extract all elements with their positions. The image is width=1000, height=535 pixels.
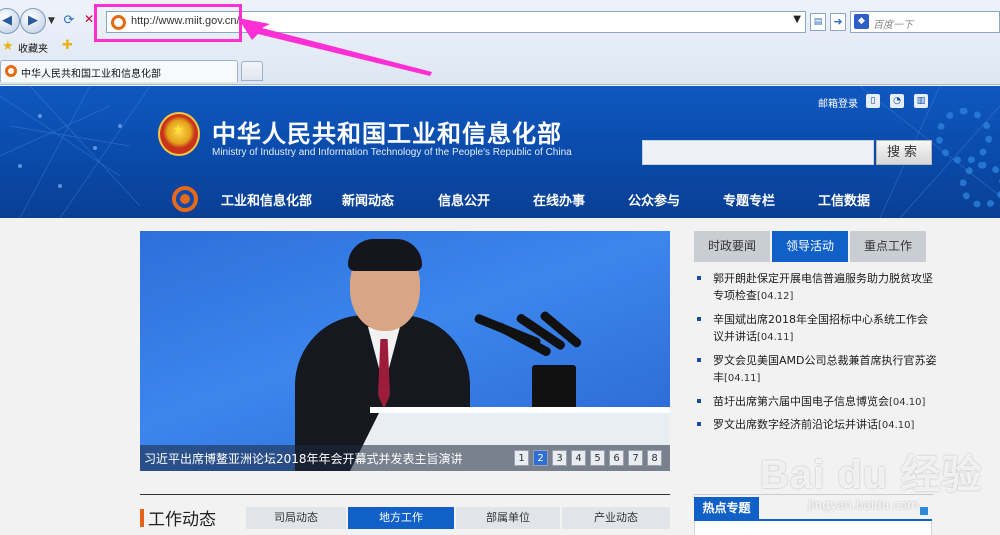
banner-caption[interactable]: 习近平出席博鳌亚洲论坛2018年年会开幕式并发表主旨演讲 xyxy=(144,450,463,467)
news-date: [04.12] xyxy=(757,291,794,302)
gear-decoration-icon xyxy=(936,108,992,164)
browser-tab-active[interactable]: 中华人民共和国工业和信息化部 xyxy=(0,60,238,82)
news-date: [04.11] xyxy=(757,332,794,343)
mail-login-link[interactable]: 邮箱登录 xyxy=(818,95,858,110)
baidu-jingyan-watermark: Bai du 经验 jingyan.baidu.com xyxy=(760,442,990,532)
banner-page-4[interactable]: 4 xyxy=(571,450,586,466)
browser-search-placeholder: 百度一下 xyxy=(873,20,913,31)
tab-local-work[interactable]: 地方工作 xyxy=(348,507,454,529)
bullet-icon xyxy=(697,358,701,362)
favorites-star-icon[interactable]: ★ xyxy=(2,39,14,54)
favorites-label[interactable]: 收藏夹 xyxy=(18,40,48,55)
tab-industry-updates[interactable]: 产业动态 xyxy=(562,507,670,529)
work-updates-section: 工作动态 司局动态 地方工作 部属单位 产业动态 xyxy=(140,494,670,535)
section-accent-bar xyxy=(140,509,144,527)
hot-topics-title[interactable]: 热点专题 xyxy=(694,497,759,519)
mobile-icon[interactable]: ▯ xyxy=(866,94,880,108)
address-dropdown-icon[interactable]: ▼ xyxy=(793,14,801,25)
url-highlight-annotation xyxy=(94,4,242,42)
nav-item-public-participation[interactable]: 公众参与 xyxy=(628,190,680,209)
nav-item-news[interactable]: 新闻动态 xyxy=(342,190,394,209)
news-date: [04.10] xyxy=(878,420,915,431)
news-date: [04.10] xyxy=(889,397,926,408)
tab-favicon-icon xyxy=(5,65,17,77)
paw-icon: ◆ xyxy=(854,14,869,29)
refresh-icon[interactable]: ⟳ xyxy=(60,12,78,30)
news-tabs: 时政要闻 领导活动 重点工作 xyxy=(694,231,926,262)
watermark-logo: Bai du 经验 xyxy=(760,453,983,497)
browser-search-box[interactable]: ◆ 百度一下 xyxy=(850,11,1000,33)
rss-icon[interactable]: ◔ xyxy=(890,94,904,108)
nav-item-data[interactable]: 工信数据 xyxy=(818,190,870,209)
speaker-hair xyxy=(348,239,422,271)
news-title[interactable]: 辛国斌出席2018年全国招标中心系统工作会议并讲话 xyxy=(713,313,928,343)
gear-decoration-icon xyxy=(960,162,1000,208)
tab-key-work[interactable]: 重点工作 xyxy=(850,231,926,262)
news-date: [04.11] xyxy=(724,373,761,384)
compat-view-icon[interactable]: ▤ xyxy=(810,13,826,31)
tab-row: 中华人民共和国工业和信息化部 xyxy=(0,60,1000,82)
tab-politics-news[interactable]: 时政要闻 xyxy=(694,231,770,262)
watermark-url: jingyan.baidu.com xyxy=(808,498,919,512)
national-emblem-icon: ★ xyxy=(158,112,200,156)
tab-bureau-updates[interactable]: 司局动态 xyxy=(246,507,346,529)
banner-page-5[interactable]: 5 xyxy=(590,450,605,466)
banner-page-7[interactable]: 7 xyxy=(628,450,643,466)
miit-logo-icon[interactable] xyxy=(172,186,198,212)
weibo-icon[interactable]: ▥ xyxy=(914,94,928,108)
add-favorite-icon[interactable]: ✚ xyxy=(62,38,73,53)
stop-icon[interactable]: ✕ xyxy=(84,12,94,26)
emblem-star-icon: ★ xyxy=(172,122,185,138)
site-title[interactable]: 中华人民共和国工业和信息化部 xyxy=(212,114,562,149)
bullet-icon xyxy=(697,422,701,426)
banner-page-1[interactable]: 1 xyxy=(514,450,529,466)
site-subtitle: Ministry of Industry and Information Tec… xyxy=(212,147,572,158)
bullet-icon xyxy=(697,399,701,403)
site-header: ★ 中华人民共和国工业和信息化部 Ministry of Industry an… xyxy=(0,86,1000,218)
banner-page-6[interactable]: 6 xyxy=(609,450,624,466)
featured-banner[interactable]: 习近平出席博鳌亚洲论坛2018年年会开幕式并发表主旨演讲 1 2 3 4 5 6… xyxy=(140,231,670,471)
history-dropdown-icon[interactable]: ▼ xyxy=(48,16,55,26)
back-icon[interactable]: ◀ xyxy=(0,8,20,34)
nav-item-info-disclosure[interactable]: 信息公开 xyxy=(438,190,490,209)
miit-logo-center xyxy=(180,194,190,204)
microphone-stand xyxy=(532,365,576,411)
forward-icon[interactable]: ▶ xyxy=(20,8,46,34)
news-title[interactable]: 苗圩出席第六届中国电子信息博览会 xyxy=(713,395,889,408)
work-updates-title: 工作动态 xyxy=(148,510,216,530)
banner-page-8[interactable]: 8 xyxy=(647,450,662,466)
bullet-icon xyxy=(697,317,701,321)
tab-affiliated-units[interactable]: 部属单位 xyxy=(456,507,560,529)
site-search-button[interactable]: 搜索 xyxy=(876,140,932,165)
nav-item-ministry[interactable]: 工业和信息化部 xyxy=(221,190,312,209)
annotation-arrow-icon xyxy=(238,18,432,76)
bullet-icon xyxy=(697,276,701,280)
podium-edge xyxy=(370,407,670,413)
tab-title: 中华人民共和国工业和信息化部 xyxy=(21,69,161,80)
site-search-input[interactable] xyxy=(642,140,874,165)
news-title[interactable]: 罗文出席数字经济前沿论坛并讲话 xyxy=(713,418,878,431)
nav-item-special-topics[interactable]: 专题专栏 xyxy=(723,190,775,209)
go-icon[interactable]: ➜ xyxy=(830,13,846,31)
news-title[interactable]: 郭开朗赴保定开展电信普遍服务助力脱贫攻坚专项检查 xyxy=(713,272,933,302)
banner-page-2[interactable]: 2 xyxy=(533,450,548,466)
nav-item-online-services[interactable]: 在线办事 xyxy=(533,190,585,209)
tab-leadership-activities[interactable]: 领导活动 xyxy=(772,231,848,262)
banner-page-3[interactable]: 3 xyxy=(552,450,567,466)
